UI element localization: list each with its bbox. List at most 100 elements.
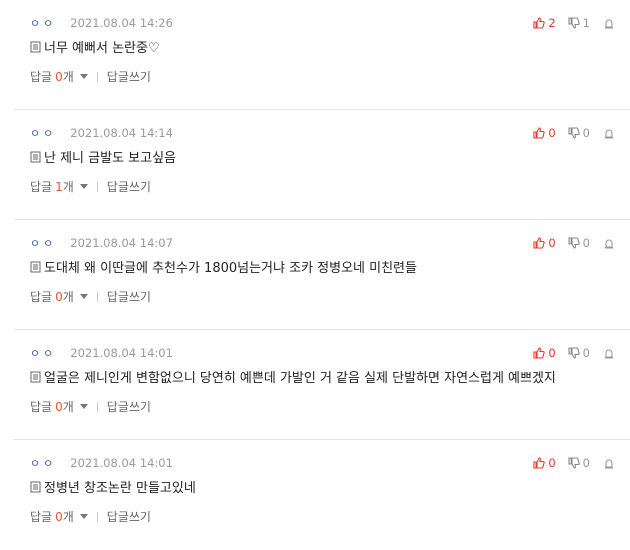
comment-date: 2021.08.04 14:26 [70,16,173,30]
comment-text: 얼굴은 제니인게 변함없으니 당연히 예쁜데 가발인 거 같음 실제 단발하면 … [44,371,556,386]
comment-meta: ㅇㅇ 2021.08.04 14:07 [30,236,173,250]
reply-count: 0 [55,289,63,304]
reply-count: 0 [55,69,63,84]
comment-meta: ㅇㅇ 2021.08.04 14:01 [30,346,173,360]
vote-area: 0 0 [521,236,614,250]
author-nickname[interactable]: ㅇㅇ [30,345,56,361]
reply-unit: 개 [62,180,74,194]
downvote-count: 1 [582,16,590,30]
downvote-count: 0 [582,236,590,250]
upvote-button[interactable]: 0 [533,456,556,470]
comment-body: 얼굴은 제니인게 변함없으니 당연히 예쁜데 가발인 거 같음 실제 단발하면 … [30,367,556,386]
downvote-count: 0 [582,126,590,140]
downvote-button[interactable]: 0 [568,346,590,360]
author-nickname[interactable]: ㅇㅇ [30,235,56,251]
thumbs-down-icon [568,127,580,139]
reply-count: 1 [55,179,63,194]
comment-actions: 답글 0 개 답글쓰기 [30,398,151,415]
report-button[interactable] [604,18,614,29]
reply-unit: 개 [62,400,74,414]
reply-label: 답글 [30,510,53,524]
reply-count: 0 [55,509,63,524]
report-siren-icon [605,349,613,358]
thumbs-up-icon [533,17,546,29]
comment-actions: 답글 0 개 답글쓰기 [30,508,151,525]
document-icon [30,41,41,52]
reply-label: 답글 [30,290,53,304]
upvote-count: 0 [548,346,556,360]
downvote-count: 0 [582,456,590,470]
divider [96,291,98,302]
document-icon [30,371,41,382]
comment-meta: ㅇㅇ 2021.08.04 14:01 [30,456,173,470]
reply-label: 답글 [30,400,53,414]
author-nickname[interactable]: ㅇㅇ [30,15,56,31]
caret-down-icon [79,74,88,79]
upvote-button[interactable]: 2 [533,16,556,30]
reply-toggle-button[interactable]: 답글 0 개 [30,68,88,85]
thumbs-up-icon [533,457,546,469]
upvote-count: 0 [548,456,556,470]
comment-body: 너무 예뻐서 논란중♡ [30,37,160,56]
vote-area: 0 0 [521,346,614,360]
report-button[interactable] [604,128,614,139]
comment-date: 2021.08.04 14:01 [70,346,173,360]
divider [96,71,98,82]
author-nickname[interactable]: ㅇㅇ [30,125,56,141]
downvote-button[interactable]: 0 [568,456,590,470]
comment-body: 정병년 창조논란 만들고있네 [30,477,196,496]
downvote-button[interactable]: 0 [568,236,590,250]
comment-list: ㅇㅇ 2021.08.04 14:26 2 1 너무 예뻐서 논란중♡ 답글 0 [0,0,630,550]
comment-item: ㅇㅇ 2021.08.04 14:01 0 0 얼굴은 제니인게 변함없으니 당… [14,330,630,440]
comment-actions: 답글 0 개 답글쓰기 [30,288,151,305]
reply-toggle-button[interactable]: 답글 0 개 [30,288,88,305]
comment-item: ㅇㅇ 2021.08.04 14:26 2 1 너무 예뻐서 논란중♡ 답글 0 [14,0,630,110]
upvote-count: 0 [548,236,556,250]
caret-down-icon [79,404,88,409]
thumbs-down-icon [568,347,580,359]
report-button[interactable] [604,238,614,249]
write-reply-button[interactable]: 답글쓰기 [107,288,151,305]
divider [96,401,98,412]
downvote-button[interactable]: 1 [568,16,590,30]
thumbs-up-icon [533,127,546,139]
author-nickname[interactable]: ㅇㅇ [30,455,56,471]
thumbs-down-icon [568,17,580,29]
upvote-button[interactable]: 0 [533,236,556,250]
reply-label: 답글 [30,180,53,194]
caret-down-icon [79,514,88,519]
report-button[interactable] [604,348,614,359]
reply-unit: 개 [62,290,74,304]
vote-area: 0 0 [521,456,614,470]
report-siren-icon [605,19,613,28]
comment-item: ㅇㅇ 2021.08.04 14:07 0 0 도대체 왜 이딴글에 추천수가 … [14,220,630,330]
comment-text: 너무 예뻐서 논란중♡ [44,41,160,56]
reply-toggle-button[interactable]: 답글 0 개 [30,508,88,525]
divider [96,511,98,522]
comment-meta: ㅇㅇ 2021.08.04 14:14 [30,126,173,140]
comment-date: 2021.08.04 14:07 [70,236,173,250]
comment-text: 도대체 왜 이딴글에 추천수가 1800넘는거냐 조카 정병오네 미친련들 [44,261,417,276]
downvote-button[interactable]: 0 [568,126,590,140]
report-button[interactable] [604,458,614,469]
comment-item: ㅇㅇ 2021.08.04 14:14 0 0 난 제니 금발도 보고싶음 답글… [14,110,630,220]
upvote-button[interactable]: 0 [533,126,556,140]
write-reply-button[interactable]: 답글쓰기 [107,68,151,85]
write-reply-button[interactable]: 답글쓰기 [107,178,151,195]
write-reply-button[interactable]: 답글쓰기 [107,398,151,415]
report-siren-icon [605,129,613,138]
thumbs-up-icon [533,237,546,249]
thumbs-up-icon [533,347,546,359]
reply-toggle-button[interactable]: 답글 0 개 [30,398,88,415]
write-reply-button[interactable]: 답글쓰기 [107,508,151,525]
upvote-button[interactable]: 0 [533,346,556,360]
upvote-count: 0 [548,126,556,140]
document-icon [30,261,41,272]
reply-count: 0 [55,399,63,414]
report-siren-icon [605,239,613,248]
reply-toggle-button[interactable]: 답글 1 개 [30,178,88,195]
caret-down-icon [79,294,88,299]
document-icon [30,481,41,492]
comment-date: 2021.08.04 14:14 [70,126,173,140]
comment-text: 정병년 창조논란 만들고있네 [44,481,196,496]
